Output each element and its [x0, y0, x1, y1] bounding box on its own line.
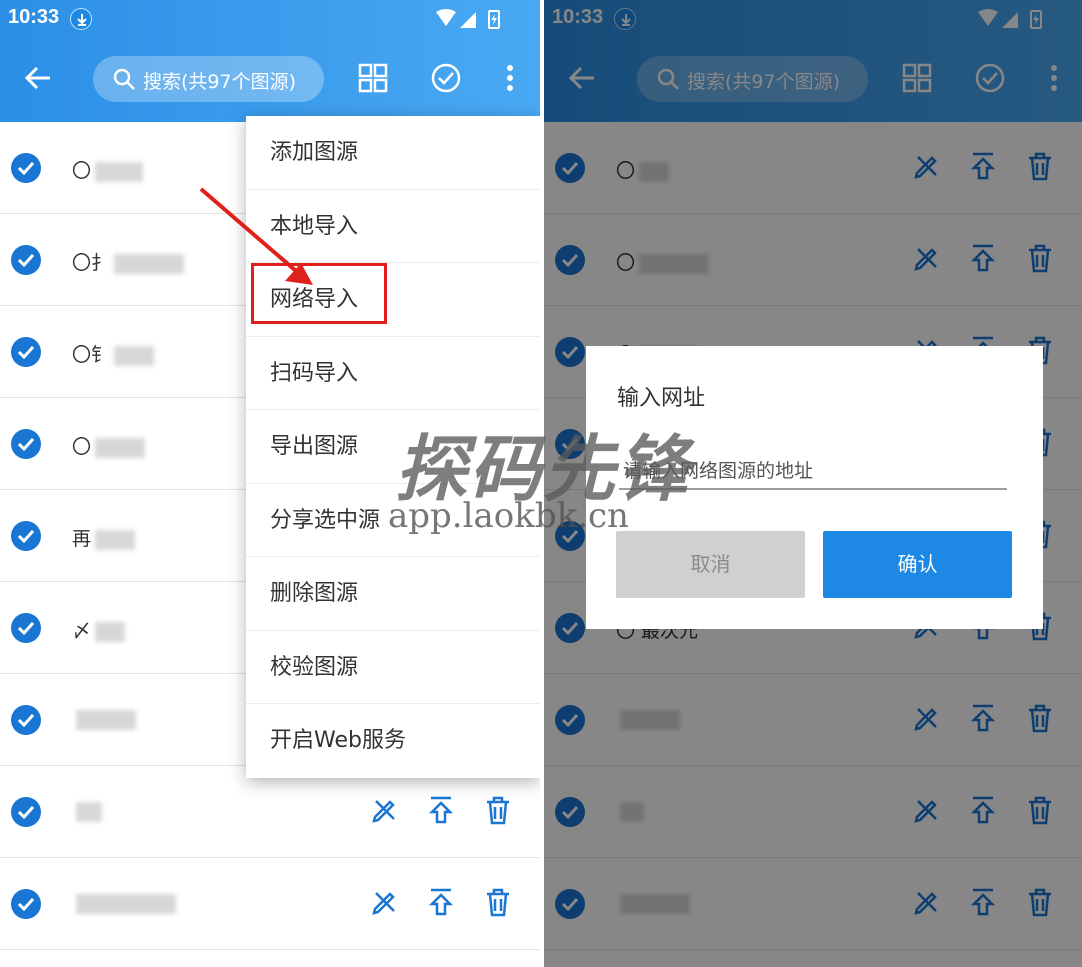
- system-icons: [434, 8, 504, 30]
- source-name: 〇: [72, 432, 146, 459]
- search-field[interactable]: 搜索(共97个图源): [93, 56, 324, 102]
- status-time: 10:33: [8, 6, 60, 28]
- checked-icon[interactable]: [11, 889, 41, 919]
- toolbar: 搜索(共97个图源): [0, 38, 540, 122]
- status-bar: 10:33: [0, 0, 540, 38]
- source-name: 〇扌: [72, 248, 185, 275]
- source-name: [72, 800, 102, 822]
- menu-item-verify-source[interactable]: 校验图源: [246, 631, 540, 704]
- menu-item-add-source[interactable]: 添加图源: [246, 116, 540, 190]
- list-item[interactable]: [0, 766, 540, 858]
- row-actions: [366, 793, 516, 833]
- menu-item-scan-import[interactable]: 扫码导入: [246, 337, 540, 410]
- confirm-button[interactable]: 确认: [823, 531, 1012, 598]
- source-name: 〇钅: [72, 340, 155, 367]
- checked-icon[interactable]: [11, 613, 41, 643]
- delete-trash-icon[interactable]: [480, 885, 516, 921]
- back-arrow-icon[interactable]: [20, 60, 56, 96]
- menu-item-web-service[interactable]: 开启Web服务: [246, 704, 540, 778]
- row-actions: [366, 885, 516, 925]
- source-name: [72, 892, 176, 914]
- cancel-button[interactable]: 取消: [616, 531, 805, 598]
- checked-icon[interactable]: [11, 153, 41, 183]
- dialog-title: 输入网址: [617, 386, 706, 411]
- checked-icon[interactable]: [11, 337, 41, 367]
- source-name: [72, 708, 136, 730]
- checked-icon[interactable]: [11, 521, 41, 551]
- grid-view-icon[interactable]: [355, 60, 391, 96]
- checked-icon[interactable]: [11, 245, 41, 275]
- search-icon: [111, 66, 137, 92]
- upload-top-icon[interactable]: [423, 885, 459, 921]
- select-all-check-icon[interactable]: [428, 60, 464, 96]
- menu-item-delete-source[interactable]: 删除图源: [246, 557, 540, 631]
- search-placeholder: 搜索(共97个图源): [143, 71, 297, 93]
- download-icon: [70, 8, 92, 30]
- checked-icon[interactable]: [11, 429, 41, 459]
- source-name: 〆: [72, 616, 126, 643]
- list-item[interactable]: [0, 858, 540, 950]
- more-vert-icon[interactable]: [492, 60, 528, 96]
- checked-icon[interactable]: [11, 705, 41, 735]
- source-name: 再: [72, 524, 136, 551]
- watermark-url: app.laokbk.cn: [388, 496, 629, 536]
- checked-icon[interactable]: [11, 797, 41, 827]
- upload-top-icon[interactable]: [423, 793, 459, 829]
- delete-trash-icon[interactable]: [480, 793, 516, 829]
- source-name: 〇: [72, 156, 144, 183]
- edit-pencil-icon[interactable]: [366, 885, 402, 921]
- pointer-arrow-icon: [199, 187, 313, 285]
- app-bar: 10:33 搜索(共97个图源): [0, 0, 540, 122]
- edit-pencil-icon[interactable]: [366, 793, 402, 829]
